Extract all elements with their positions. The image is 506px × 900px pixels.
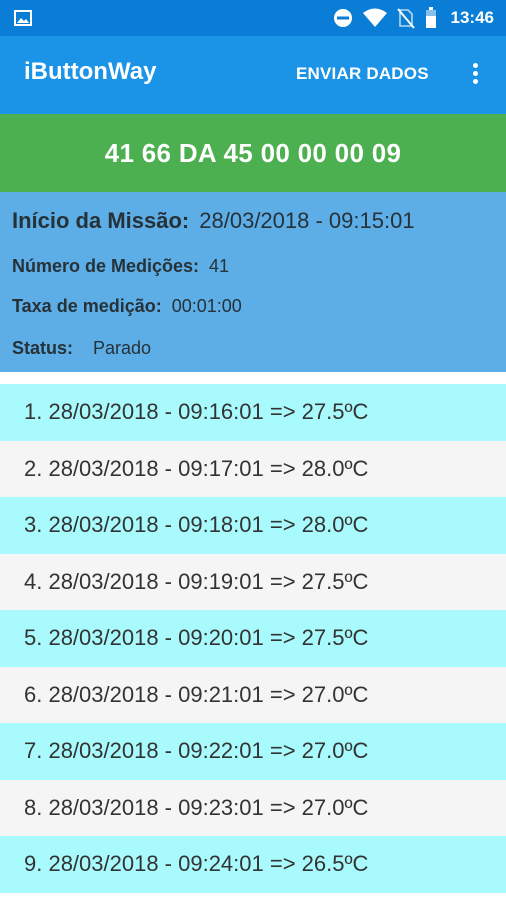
status-bar: 13:46	[0, 0, 506, 36]
do-not-disturb-icon	[333, 9, 352, 27]
list-item[interactable]: 4. 28/03/2018 - 09:19:01 => 27.5ºC	[0, 553, 506, 610]
measurement-count-label: Número de Medições:	[12, 256, 200, 276]
wifi-icon	[362, 8, 387, 27]
list-item[interactable]: 9. 28/03/2018 - 09:24:01 => 26.5ºC	[0, 836, 506, 893]
list-item[interactable]: 7. 28/03/2018 - 09:22:01 => 27.0ºC	[0, 723, 506, 780]
measurement-count-value: 41	[209, 256, 230, 276]
device-id: 41 66 DA 45 00 00 00 09	[104, 138, 402, 168]
status-row: Status: Parado	[12, 338, 151, 359]
battery-icon	[425, 7, 436, 28]
mission-info-panel: Início da Missão: 28/03/2018 - 09:15:01 N…	[0, 192, 506, 372]
list-item[interactable]: 1. 28/03/2018 - 09:16:01 => 27.5ºC	[0, 384, 506, 441]
clock-time: 13:46	[450, 8, 494, 27]
mission-start-value: 28/03/2018 - 09:15:01	[199, 208, 415, 233]
measurement-rate-value: 00:01:00	[171, 296, 242, 316]
status-value: Parado	[93, 338, 152, 358]
app-title: iButtonWay	[24, 58, 157, 85]
device-id-bar: 41 66 DA 45 00 00 00 09	[0, 114, 506, 192]
list-item[interactable]: 2. 28/03/2018 - 09:17:01 => 28.0ºC	[0, 440, 506, 497]
more-vert-icon[interactable]	[464, 60, 486, 90]
mission-start-row: Início da Missão: 28/03/2018 - 09:15:01	[12, 208, 415, 234]
send-data-button[interactable]: ENVIAR DADOS	[296, 64, 429, 84]
measurement-rate-label: Taxa de medição:	[12, 296, 162, 316]
list-item[interactable]: 6. 28/03/2018 - 09:21:01 => 27.0ºC	[0, 666, 506, 723]
image-icon	[14, 10, 32, 26]
list-item[interactable]: 8. 28/03/2018 - 09:23:01 => 27.0ºC	[0, 779, 506, 836]
mission-start-label: Início da Missão:	[12, 208, 190, 233]
list-item[interactable]: 5. 28/03/2018 - 09:20:01 => 27.5ºC	[0, 610, 506, 667]
measurement-count-row: Número de Medições: 41	[12, 256, 229, 277]
list-item[interactable]: 3. 28/03/2018 - 09:18:01 => 28.0ºC	[0, 497, 506, 554]
measurement-list[interactable]: 1. 28/03/2018 - 09:16:01 => 27.5ºC 2. 28…	[0, 384, 506, 893]
divider	[0, 372, 506, 384]
no-sim-icon	[396, 8, 415, 29]
app-bar: iButtonWay ENVIAR DADOS	[0, 36, 506, 114]
measurement-rate-row: Taxa de medição: 00:01:00	[12, 296, 242, 317]
status-label: Status:	[12, 338, 74, 358]
